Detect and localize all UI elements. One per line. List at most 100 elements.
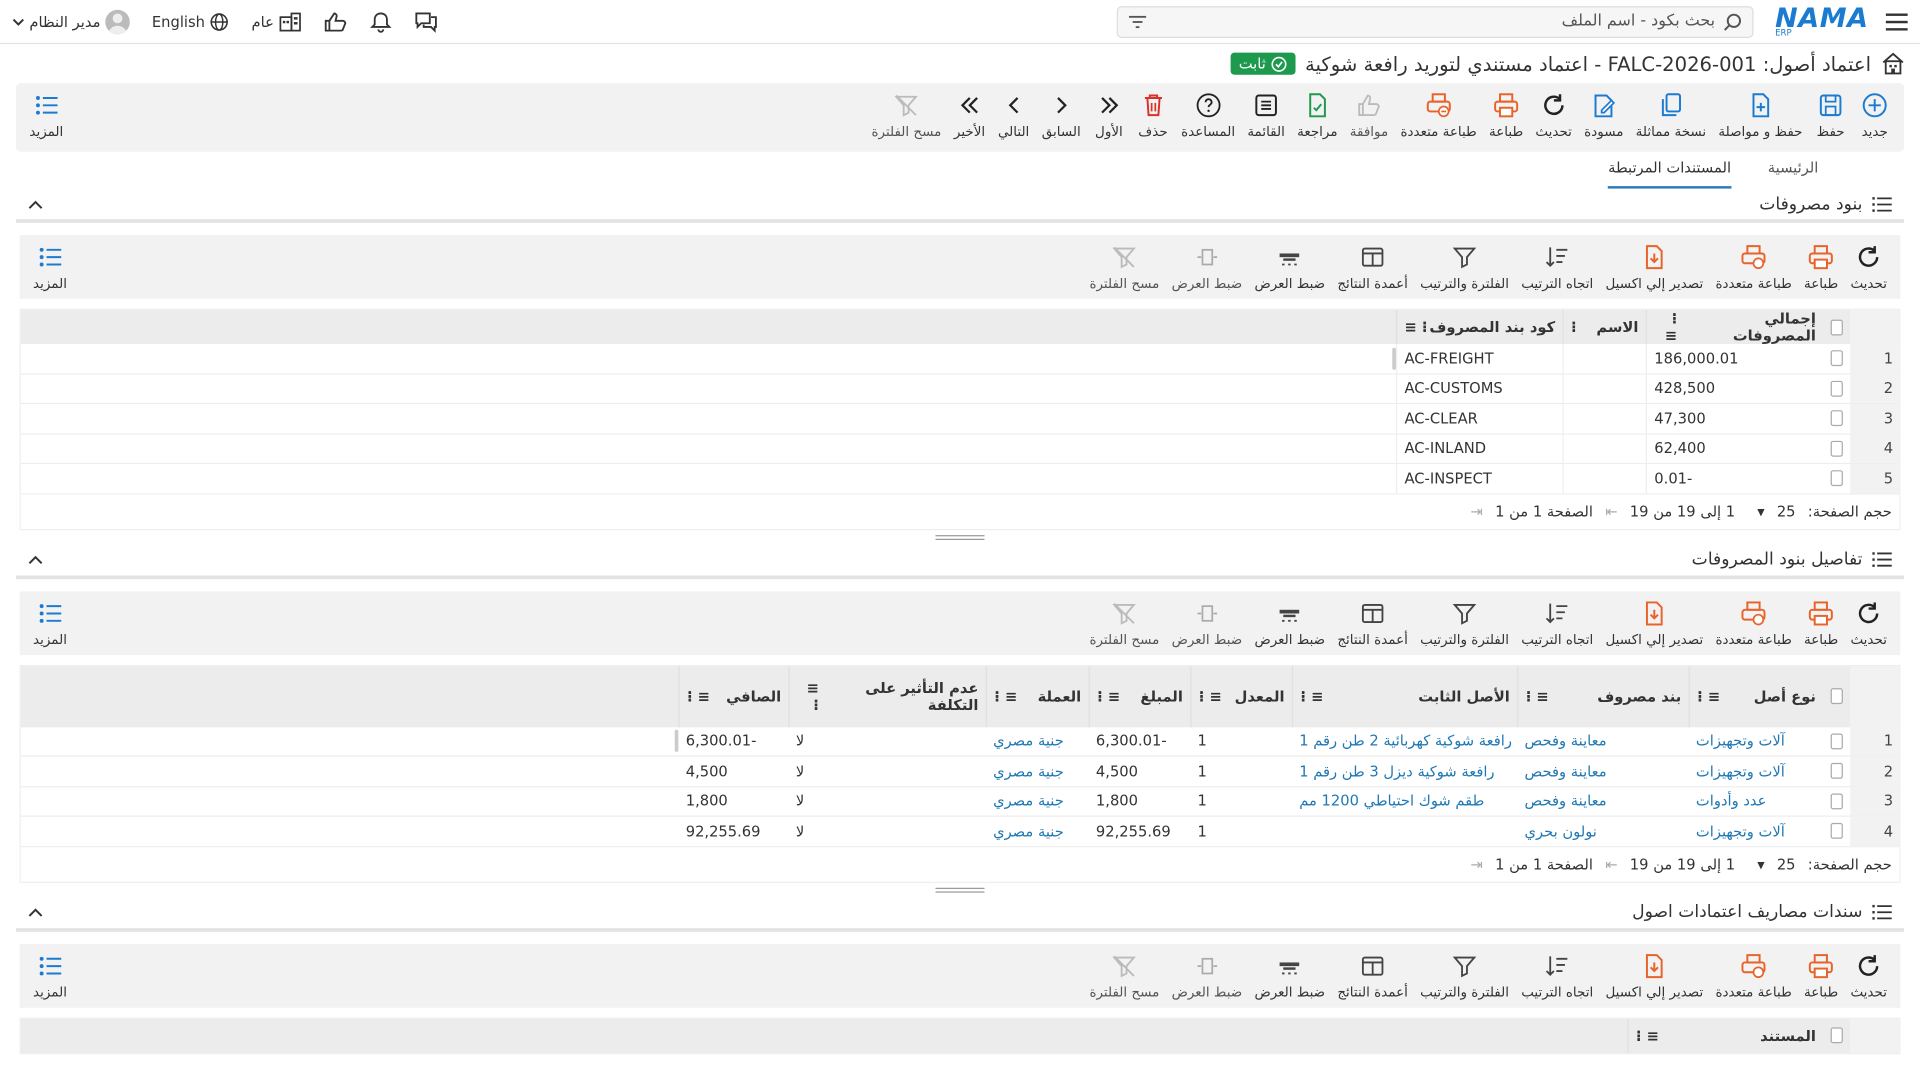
- sort-direction-button[interactable]: اتجاه الترتيب: [1515, 598, 1599, 647]
- list-button[interactable]: القائمة: [1241, 91, 1291, 140]
- table-row[interactable]: 2 428,500 AC-CUSTOMS: [20, 374, 1900, 405]
- section-expense-items-header[interactable]: بنود مصروفات: [15, 189, 1905, 223]
- splitter-handle[interactable]: [0, 530, 1920, 545]
- column-filter-icon[interactable]: ≡ ⁝: [797, 679, 819, 713]
- row-checkbox[interactable]: [1823, 757, 1850, 786]
- grid-multi-print-button[interactable]: طباعة متعددة: [1709, 598, 1798, 647]
- table-row[interactable]: 4 آلات وتجهيزات نولون بحري 1 92,255.69 ج…: [20, 816, 1900, 847]
- tab-related-documents[interactable]: المستندات المرتبطة: [1608, 159, 1732, 189]
- grid-print-button[interactable]: طباعة: [1798, 242, 1844, 291]
- column-filter-icon[interactable]: ≡ ⁝: [1526, 688, 1549, 705]
- tab-main[interactable]: الرئيسية: [1768, 159, 1819, 188]
- app-logo[interactable]: NAMA ERP: [1775, 5, 1869, 38]
- print-button[interactable]: طباعة: [1483, 91, 1529, 140]
- last-page-icon[interactable]: ⇥: [1471, 503, 1483, 520]
- auto-width-button[interactable]: ضبط العرض: [1165, 951, 1248, 1000]
- cell-fixed-asset[interactable]: رافعة شوكية كهربائية 2 طن رقم 1: [1292, 727, 1517, 756]
- grid-clear-filter-button[interactable]: مسح الفلترة: [1083, 951, 1165, 1000]
- clear-filter-button[interactable]: مسح الفلترة: [865, 91, 947, 140]
- menu-icon[interactable]: [1885, 12, 1908, 31]
- column-filter-icon[interactable]: ≡ ⁝: [1636, 1027, 1659, 1044]
- column-header-net[interactable]: الصافي ≡ ⁝: [678, 665, 788, 727]
- cell-asset-type[interactable]: آلات وتجهيزات: [1689, 817, 1824, 846]
- table-row[interactable]: 4 62,400 AC-INLAND: [20, 434, 1900, 465]
- column-header-name[interactable]: الاسم ⁝: [1562, 309, 1645, 345]
- cell-expense-item[interactable]: نولون بحري: [1517, 817, 1688, 846]
- search-input[interactable]: بحث بكود - اسم الملف: [1147, 12, 1723, 30]
- auto-width-button[interactable]: ضبط العرض: [1165, 242, 1248, 291]
- row-checkbox[interactable]: [1823, 374, 1850, 403]
- cell-expense-item[interactable]: معاينة وفحص: [1517, 727, 1688, 756]
- export-excel-button[interactable]: تصدير إلي اكسيل: [1599, 242, 1709, 291]
- cell-fixed-asset[interactable]: طقم شوك احتياطي 1200 مم: [1292, 787, 1517, 816]
- refresh-button[interactable]: تحديث: [1529, 91, 1578, 140]
- result-columns-button[interactable]: أعمدة النتائج: [1331, 951, 1414, 1000]
- column-header-total[interactable]: إجمالي المصروفات ⁝ ≡: [1645, 309, 1824, 345]
- column-filter-icon[interactable]: ≡ ⁝: [994, 688, 1017, 705]
- table-row[interactable]: 2 آلات وتجهيزات معاينة وفحص رافعة شوكية …: [20, 756, 1900, 787]
- cell-asset-type[interactable]: آلات وتجهيزات: [1689, 757, 1824, 786]
- fit-width-button[interactable]: ضبط العرض: [1248, 242, 1331, 291]
- select-all-checkbox[interactable]: [1823, 310, 1850, 344]
- language-selector[interactable]: English: [152, 12, 230, 32]
- filter-sort-button[interactable]: الفلترة والترتيب: [1414, 951, 1515, 1000]
- help-button[interactable]: المساعدة: [1175, 91, 1241, 140]
- select-all-checkbox[interactable]: [1823, 1018, 1850, 1052]
- cell-asset-type[interactable]: آلات وتجهيزات: [1689, 727, 1824, 756]
- cell-fixed-asset[interactable]: [1292, 817, 1517, 846]
- table-row[interactable]: 3 47,300 AC-CLEAR: [20, 404, 1900, 435]
- column-filter-icon[interactable]: ≡ ⁝: [1697, 688, 1720, 705]
- chevron-up-icon[interactable]: [28, 907, 43, 917]
- thumbs-up-icon[interactable]: [323, 10, 347, 32]
- draft-button[interactable]: مسودة: [1578, 91, 1630, 140]
- table-row[interactable]: 1 186,000.01 AC-FREIGHT: [20, 344, 1900, 375]
- save-button[interactable]: حفظ: [1809, 91, 1853, 140]
- grid-refresh-button[interactable]: تحديث: [1844, 598, 1893, 647]
- chevron-up-icon[interactable]: [28, 199, 43, 209]
- user-menu[interactable]: مدير النظام: [12, 9, 130, 34]
- column-header-rate[interactable]: المعدل ≡ ⁝: [1190, 665, 1292, 727]
- global-search[interactable]: بحث بكود - اسم الملف: [1116, 5, 1754, 38]
- scroll-handle[interactable]: [1392, 347, 1396, 370]
- sort-direction-button[interactable]: اتجاه الترتيب: [1515, 951, 1599, 1000]
- cell-expense-item[interactable]: معاينة وفحص: [1517, 757, 1688, 786]
- filter-lines-icon[interactable]: [1127, 14, 1147, 29]
- multi-print-button[interactable]: طباعة متعددة: [1394, 91, 1483, 140]
- column-header-fixed-asset[interactable]: الأصل الثابت ≡ ⁝: [1291, 665, 1517, 727]
- column-filter-icon[interactable]: ≡ ⁝: [1199, 688, 1222, 705]
- column-header-document[interactable]: المستند ≡ ⁝: [1627, 1018, 1823, 1053]
- table-row[interactable]: 5 -0.01 AC-INSPECT: [20, 464, 1900, 495]
- table-row[interactable]: 1 آلات وتجهيزات معاينة وفحص رافعة شوكية …: [20, 726, 1900, 757]
- column-header-asset-type[interactable]: نوع أصل ≡ ⁝: [1688, 665, 1824, 727]
- last-page-icon[interactable]: ⇥: [1471, 855, 1483, 872]
- fit-width-button[interactable]: ضبط العرض: [1248, 598, 1331, 647]
- grid-refresh-button[interactable]: تحديث: [1844, 951, 1893, 1000]
- row-checkbox[interactable]: [1823, 434, 1850, 463]
- column-header-no-cost-effect[interactable]: عدم التأثير على التكلفة ≡ ⁝: [788, 665, 986, 727]
- row-checkbox[interactable]: [1823, 817, 1850, 846]
- scope-selector[interactable]: عام: [252, 12, 301, 32]
- chat-icon[interactable]: [413, 10, 437, 33]
- review-button[interactable]: مراجعة: [1291, 91, 1344, 140]
- grid-print-button[interactable]: طباعة: [1798, 598, 1844, 647]
- delete-button[interactable]: حذف: [1131, 91, 1175, 140]
- column-filter-icon[interactable]: ≡ ⁝: [687, 688, 710, 705]
- auto-width-button[interactable]: ضبط العرض: [1165, 598, 1248, 647]
- scroll-handle[interactable]: [674, 730, 679, 753]
- table-row[interactable]: 3 عدد وأدوات معاينة وفحص طقم شوك احتياطي…: [20, 786, 1900, 817]
- filter-sort-button[interactable]: الفلترة والترتيب: [1414, 598, 1515, 647]
- first-page-icon[interactable]: ⇤: [1605, 855, 1617, 872]
- column-header-currency[interactable]: العملة ≡ ⁝: [985, 665, 1089, 727]
- cell-currency[interactable]: جنية مصري: [986, 787, 1089, 816]
- row-checkbox[interactable]: [1823, 344, 1850, 373]
- column-header-code[interactable]: كود بند المصروف ⁝ ≡: [1395, 309, 1563, 345]
- duplicate-button[interactable]: نسخة مماثلة: [1630, 91, 1713, 140]
- column-filter-icon[interactable]: ≡ ⁝: [1097, 688, 1120, 705]
- section-expense-vouchers-header[interactable]: سندات مصاريف اعتمادات اصول: [15, 897, 1905, 932]
- grid-multi-print-button[interactable]: طباعة متعددة: [1709, 951, 1798, 1000]
- row-checkbox[interactable]: [1823, 727, 1850, 756]
- cell-currency[interactable]: جنية مصري: [986, 817, 1089, 846]
- grid-print-button[interactable]: طباعة: [1798, 951, 1844, 1000]
- grid-refresh-button[interactable]: تحديث: [1844, 242, 1893, 291]
- row-checkbox[interactable]: [1823, 787, 1850, 816]
